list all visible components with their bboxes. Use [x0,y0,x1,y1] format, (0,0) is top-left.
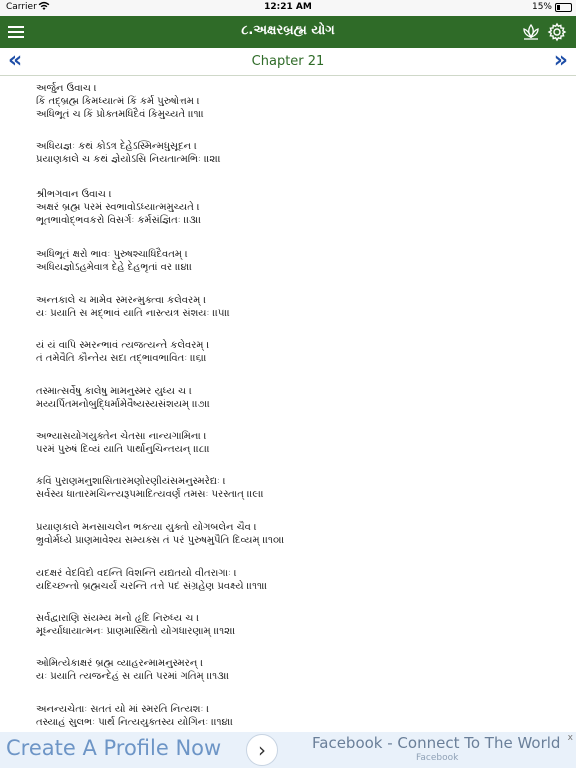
lotus-icon[interactable] [520,21,542,43]
ad-cta-text[interactable]: Create A Profile Now [6,736,221,760]
verse-line: અધિભૂતં ચ કિં પ્રોક્તમધિદૈવં કિમુચ્યતે ।… [36,109,204,120]
chapter-title: Chapter 21 [251,54,325,69]
verse-line: અર્જુન ઉવાચ । [36,83,97,94]
verse-block: અભ્યાસયોગયુક્તેન ચેતસા નાન્યગામિના । પરમ… [36,430,210,456]
ad-subtitle: Facebook [416,753,459,763]
verse-line: યદિચ્છન્તો બ્રહ્મચર્યં ચરન્તિ તત્તે પદં … [36,581,268,592]
verse-line: યદક્ષરં વેદવિદો વદન્તિ વિશન્તિ યદ્યતયો વ… [36,568,237,579]
verse-block: ઓમિત્યેકાક્ષરં બ્રહ્મ વ્યાહરન્મામનુસ્મરન… [36,657,229,683]
ad-banner[interactable]: Create A Profile Now › Facebook - Connec… [0,732,576,768]
verse-block: યં યં વાપિ સ્મરન્ભાવં ત્યજત્યન્તે કલેવરમ… [36,339,209,365]
verse-block: યદક્ષરં વેદવિદો વદન્તિ વિશન્તિ યદ્યતયો વ… [36,567,267,593]
verse-block: પ્રયાણકાલે મનસાચલેન ભક્ત્યા યુક્તો યોગબલ… [36,521,284,547]
verse-line: અન્તકાલે ચ મામેવ સ્મરન્મુક્ત્વા કલેવરમ્ … [36,295,207,306]
verse-line: તસ્માત્સર્વેષુ કાલેષુ મામનુસ્મર યુધ્ય ચ … [36,386,192,397]
verse-line: પરમં પુરુષં દિવ્યં યાતિ પાર્થાનુચિન્તયન્… [36,444,210,455]
close-icon[interactable]: x [568,733,573,743]
verse-line: અભ્યાસયોગયુક્તેન ચેતસા નાન્યગામિના । [36,431,207,442]
page-title: ૮.અક્ષરબ્રહ્મ યોગ [241,23,335,38]
verse-line: ભ્રુવોર્મધ્યે પ્રાણમાવેશ્ય સમ્યક્સ તં પર… [36,535,285,546]
verse-line: સર્વસ્ય ધાતારમચિન્ત્યરૂપમાદિત્યવર્ણં તમસ… [36,489,264,500]
status-time: 12:21 AM [264,2,312,12]
verse-line: અધિભૂતં ક્ષરો ભાવઃ પુરુષશ્ચાધિદૈવતમ્ । [36,249,188,260]
next-chapter-button[interactable]: » [554,49,568,73]
verse-line: શ્રીભગવાન ઉવાચ । [36,189,112,200]
verse-line: ભૂતભાવોદ્ભવકરો વિસર્ગઃ કર્મસંજ્ઞિતઃ ।।૩।… [36,215,202,226]
verse-block: શ્રીભગવાન ઉવાચ । અક્ષરં બ્રહ્મ પરમં સ્વભ… [36,188,201,227]
verse-line: પ્રયાણકાલે ચ કથં જ્ઞેયોઽસિ નિયતાત્મભિઃ ।… [36,154,221,165]
verse-block: અધિભૂતં ક્ષરો ભાવઃ પુરુષશ્ચાધિદૈવતમ્ । અ… [36,248,192,274]
verse-line: યઃ પ્રયાતિ સ મદ્ભાવં યાતિ નાસ્ત્યત્ર સંશ… [36,308,230,319]
verse-block: અનન્યચેતાઃ સતતં યો માં સ્મરતિ નિત્યશઃ । … [36,703,233,729]
verse-line: પ્રયાણકાલે મનસાચલેન ભક્ત્યા યુક્તો યોગબલ… [36,522,257,533]
verse-line: ઓમિત્યેકાક્ષરં બ્રહ્મ વ્યાહરન્મામનુસ્મરન… [36,658,204,669]
chevron-right-icon[interactable]: › [246,734,278,766]
verse-block: સર્વદ્વારાણિ સંયમ્ય મનો હૃદિ નિરુધ્ય ચ ।… [36,612,235,638]
verse-line: અનન્યચેતાઃ સતતં યો માં સ્મરતિ નિત્યશઃ । [36,704,210,715]
status-bar: Carrier 12:21 AM 15% [0,0,576,16]
ad-title[interactable]: Facebook - Connect To The World [312,734,560,752]
verse-line: કવિં પુરાણમનુશાસિતારમણોરણીયંસમનુસ્મરેદ્ય… [36,476,226,487]
verse-line: કિં તદ્બ્રહ્મ કિમધ્યાત્મં કિં કર્મ પુરુષ… [36,96,200,107]
battery-icon [555,3,572,12]
verse-line: મય્યર્પિતમનોબુદ્ધિર્મામેવૈષ્યસ્યસંશયમ્ ।… [36,399,210,410]
verse-line: અધિયજ્ઞોઽહમેવાત્ર દેહે દેહભૃતાં વર ।।૪।। [36,262,193,273]
verse-line: અક્ષરં બ્રહ્મ પરમં સ્વભાવોઽધ્યાત્મમુચ્યત… [36,202,200,213]
gear-icon[interactable] [546,21,568,43]
battery-percent: 15% [531,2,552,12]
nav-bar: ૮.અક્ષરબ્રહ્મ યોગ [0,16,576,48]
verse-line: સર્વદ્વારાણિ સંયમ્ય મનો હૃદિ નિરુધ્ય ચ । [36,613,200,624]
verse-block: અધિયજ્ઞઃ કથં કોઽત્ર દેહેઽસ્મિન્મધુસૂદન ।… [36,140,221,166]
verse-line: તસ્યાહં સુલભઃ પાર્થ નિત્યયુક્તસ્ય યોગિનઃ… [36,717,234,728]
verse-line: મૂર્ધ્ન્યાધાયાત્મનઃ પ્રાણમાસ્થિતો યોગધાર… [36,626,236,637]
verse-block: તસ્માત્સર્વેષુ કાલેષુ મામનુસ્મર યુધ્ય ચ … [36,385,210,411]
verse-line: યઃ પ્રયાતિ ત્યજન્દેહં સ યાતિ પરમાં ગતિમ્… [36,671,230,682]
chapter-nav-bar: « Chapter 21 » [0,48,576,76]
verse-block: અન્તકાલે ચ મામેવ સ્મરન્મુક્ત્વા કલેવરમ્ … [36,294,230,320]
verse-line: અધિયજ્ઞઃ કથં કોઽત્ર દેહેઽસ્મિન્મધુસૂદન । [36,141,197,152]
verse-line: યં યં વાપિ સ્મરન્ભાવં ત્યજત્યન્તે કલેવરમ… [36,340,210,351]
verse-block: અર્જુન ઉવાચ । કિં તદ્બ્રહ્મ કિમધ્યાત્મં … [36,82,204,121]
verse-line: તં તમેવૈતિ કૌન્તેય સદા તદ્ભાવભાવિતઃ ।।૬।… [36,353,207,364]
verse-block: કવિં પુરાણમનુશાસિતારમણોરણીયંસમનુસ્મરેદ્ય… [36,475,264,501]
verse-list[interactable]: અર્જુન ઉવાચ । કિં તદ્બ્રહ્મ કિમધ્યાત્મં … [0,76,576,732]
